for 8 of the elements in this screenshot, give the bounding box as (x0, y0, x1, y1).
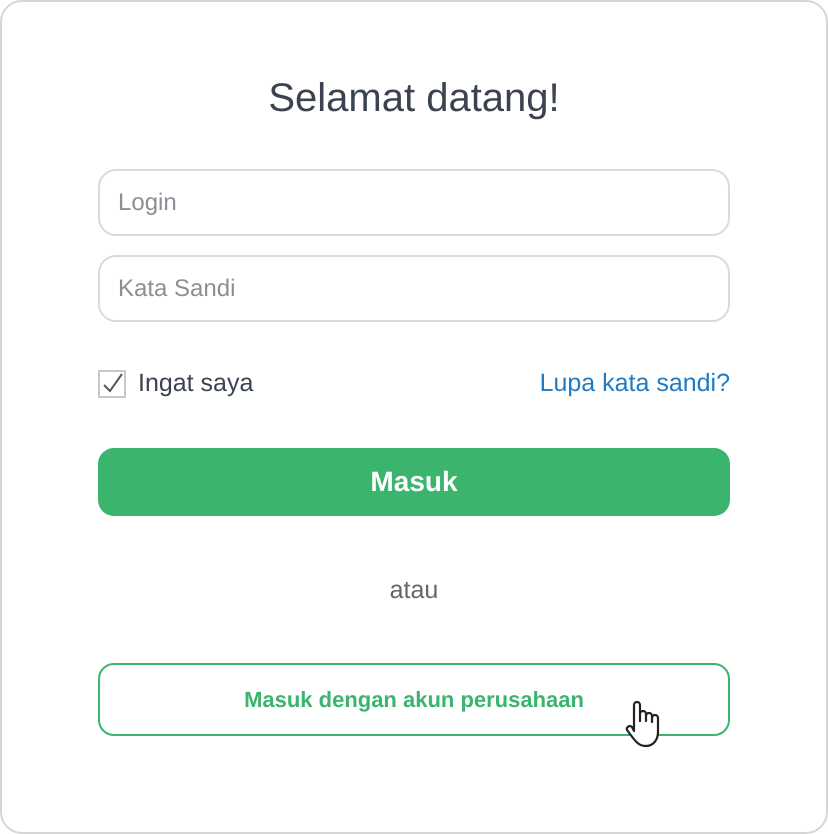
forgot-password-link[interactable]: Lupa kata sandi? (540, 369, 730, 398)
password-field[interactable]: Kata Sandi (98, 255, 730, 322)
remember-checkbox[interactable] (98, 370, 126, 398)
login-button[interactable]: Masuk (98, 448, 730, 516)
login-field[interactable]: Login (98, 169, 730, 236)
remember-label: Ingat saya (138, 369, 254, 398)
separator-text: atau (390, 576, 438, 605)
welcome-title: Selamat datang! (268, 76, 560, 121)
